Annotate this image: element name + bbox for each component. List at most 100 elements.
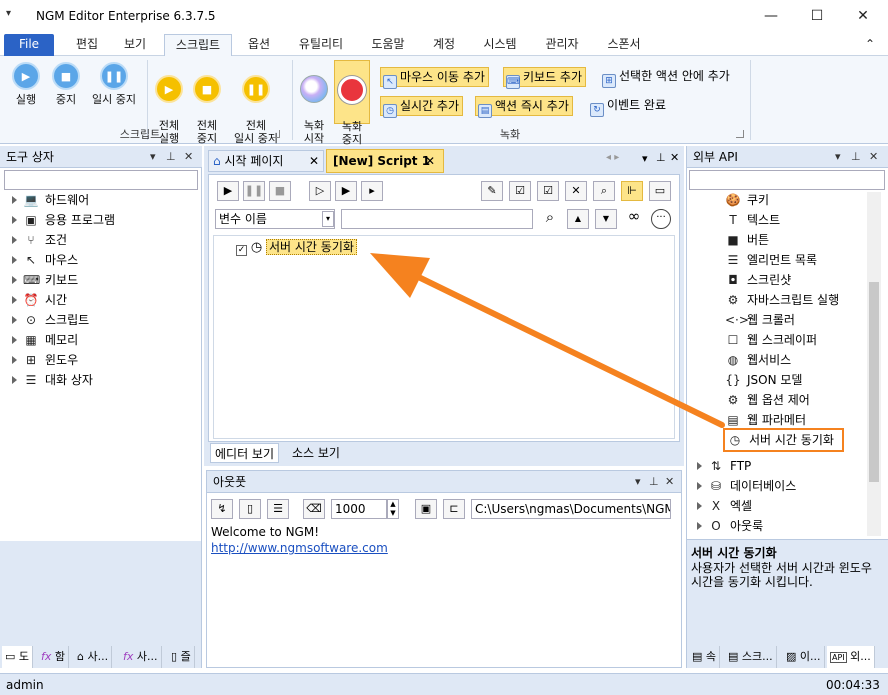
api-item[interactable]: ☰ 엘리먼트 목록 [725,250,817,270]
tab-script-1[interactable]: [New] Script 1 ✕ [326,149,444,173]
folder-icon[interactable]: ⊏ [443,499,465,519]
toolbox-item[interactable]: ⊙ 스크립트 [12,310,89,330]
expand-icon[interactable] [12,356,17,364]
api-group[interactable]: ✈텔레그램 [697,536,774,538]
line-count-input[interactable] [331,499,387,519]
close-icon[interactable]: ✕ [665,471,674,493]
bottom-tab-function[interactable]: fx 함 [38,646,70,668]
toolbox-search-input[interactable] [4,170,198,190]
api-item[interactable]: <·>웹 크롤러 [725,310,795,330]
log-path-input[interactable] [471,499,671,519]
website-link[interactable]: http://www.ngmsoftware.com [211,541,388,555]
tab-edit[interactable]: 편집 [66,34,108,56]
dropdown-icon[interactable]: ▾ [835,146,841,168]
eraser-icon[interactable]: ⌫ [303,499,325,519]
move-down-icon[interactable]: ▼ [595,209,617,229]
bottom-tab-user[interactable]: ⌂ 사... [74,646,113,668]
add-action-now-button[interactable]: ▤ 액션 즉시 추가 [475,96,573,118]
delete-icon[interactable]: ✕ [565,181,587,201]
dialog-launcher-icon[interactable] [272,130,280,138]
run-icon[interactable]: ▶ [217,181,239,201]
search-icon[interactable]: ⌕ [539,208,561,230]
add-inside-action-button[interactable]: ⊞ 선택한 액션 안에 추가 [600,67,733,88]
tab-start-page[interactable]: ⌂ 시작 페이지 ✕ [208,150,324,172]
tab-system[interactable]: 시스템 [474,34,526,56]
toolbox-item[interactable]: ▣ 응용 프로그램 [12,210,115,230]
tab-utility[interactable]: 유틸리티 [290,34,352,56]
pin-icon[interactable]: ⊥ [656,151,666,164]
count-stepper[interactable]: ▲ ▼ [387,499,399,519]
toolbox-item[interactable]: 💻 하드웨어 [12,190,89,210]
action-item-server-time[interactable]: ✓ ◷ 서버 시간 동기화 [236,238,357,258]
api-group[interactable]: X 엑셀 [697,496,752,516]
run-from-icon[interactable]: ▶ [335,181,357,201]
stop-all-button[interactable]: ■ 전체 중지 [188,62,226,158]
expand-icon[interactable] [12,316,17,324]
edit-icon[interactable]: ✎ [481,181,503,201]
tab-close-icon[interactable]: ✕ [309,151,319,171]
check-icon[interactable]: ☑ [509,181,531,201]
pin-icon[interactable]: ⊥ [649,471,659,493]
screen-icon[interactable]: ▭ [649,181,671,201]
pause-button[interactable]: ❚❚ 일시 중지 [86,62,142,106]
dropdown-icon[interactable]: ▾ [642,152,648,165]
api-item-selected[interactable]: ◷ 서버 시간 동기화 [723,428,844,452]
stop-button[interactable]: ■ 중지 [46,62,86,106]
variable-search-input[interactable] [341,209,533,229]
pause-icon[interactable]: ❚❚ [243,181,265,201]
dropdown-icon[interactable]: ▾ [635,471,641,493]
expand-icon[interactable] [697,522,702,530]
api-item[interactable]: ◍ 웹서비스 [725,350,791,370]
expand-icon[interactable] [12,256,17,264]
api-item[interactable]: ◘ 스크린샷 [725,270,791,290]
scroll-left-icon[interactable]: ◂ ▸ [606,152,619,163]
toolbox-item[interactable]: ▦ 메모리 [12,330,78,350]
tab-source-view[interactable]: 소스 보기 [288,443,344,463]
scrollbar[interactable] [867,192,881,536]
maximize-button[interactable]: ☐ [794,0,840,32]
toolbox-item[interactable]: ⏰ 시간 [12,290,67,310]
expand-icon[interactable] [697,462,702,470]
tab-editor-view[interactable]: 에디터 보기 [210,443,280,463]
api-item[interactable]: ⚙ 웹 옵션 제어 [725,390,810,410]
expand-icon[interactable] [12,336,17,344]
log-settings-icon[interactable]: ▯ [239,499,261,519]
bottom-tab-properties[interactable]: ▤ 속 [689,646,721,668]
tab-options[interactable]: 옵션 [238,34,280,56]
save-icon[interactable]: ▣ [415,499,437,519]
expand-icon[interactable] [697,482,702,490]
external-api-search-input[interactable] [689,170,885,190]
pause-all-button[interactable]: ❚❚ 전체 일시 중지 [226,62,286,158]
toolbox-item[interactable]: ☰ 대화 상자 [12,370,93,390]
add-keyboard-button[interactable]: ⌨ 키보드 추가 [503,67,587,89]
more-icon[interactable]: ··· [651,209,671,229]
run-selected-icon[interactable]: ▸ [361,181,383,201]
tree-view-icon[interactable]: ⊩ [621,181,643,201]
pin-icon[interactable]: ⊥ [851,146,861,168]
api-item[interactable]: 🍪 쿠키 [725,190,770,210]
scrollbar-thumb[interactable] [869,282,879,482]
expand-icon[interactable] [12,236,17,244]
tab-help[interactable]: 도움말 [362,34,414,56]
close-button[interactable]: ✕ [840,0,886,32]
search-icon[interactable]: ⌕ [593,181,615,201]
checkbox-icon[interactable]: ✓ [236,245,247,256]
api-item[interactable]: ■ 버튼 [725,230,769,250]
tab-file[interactable]: File [4,34,54,56]
clear-icon[interactable]: ↯ [211,499,233,519]
dialog-launcher-icon[interactable] [736,130,744,138]
bottom-tab-external[interactable]: API 외... [827,646,875,668]
variable-select[interactable]: 변수 이름 ▾ [215,209,335,229]
toolbox-item[interactable]: ⌨ 키보드 [12,270,78,290]
tab-sponsor[interactable]: 스폰서 [598,34,650,56]
api-item[interactable]: ☐ 웹 스크레이퍼 [725,330,817,350]
close-icon[interactable]: ✕ [184,146,193,168]
record-start-button[interactable]: 녹화 시작 [296,62,332,158]
bottom-tab-scripts[interactable]: ▤ 스크... [725,646,777,668]
api-item[interactable]: ⚙ 자바스크립트 실행 [725,290,840,310]
ribbon-collapse-icon[interactable]: ⌃ [860,34,880,56]
close-icon[interactable]: ✕ [869,146,878,168]
toolbox-item[interactable]: ⊞ 윈도우 [12,350,78,370]
toolbox-item[interactable]: ⑂ 조건 [12,230,67,250]
minimize-button[interactable]: — [748,0,794,32]
